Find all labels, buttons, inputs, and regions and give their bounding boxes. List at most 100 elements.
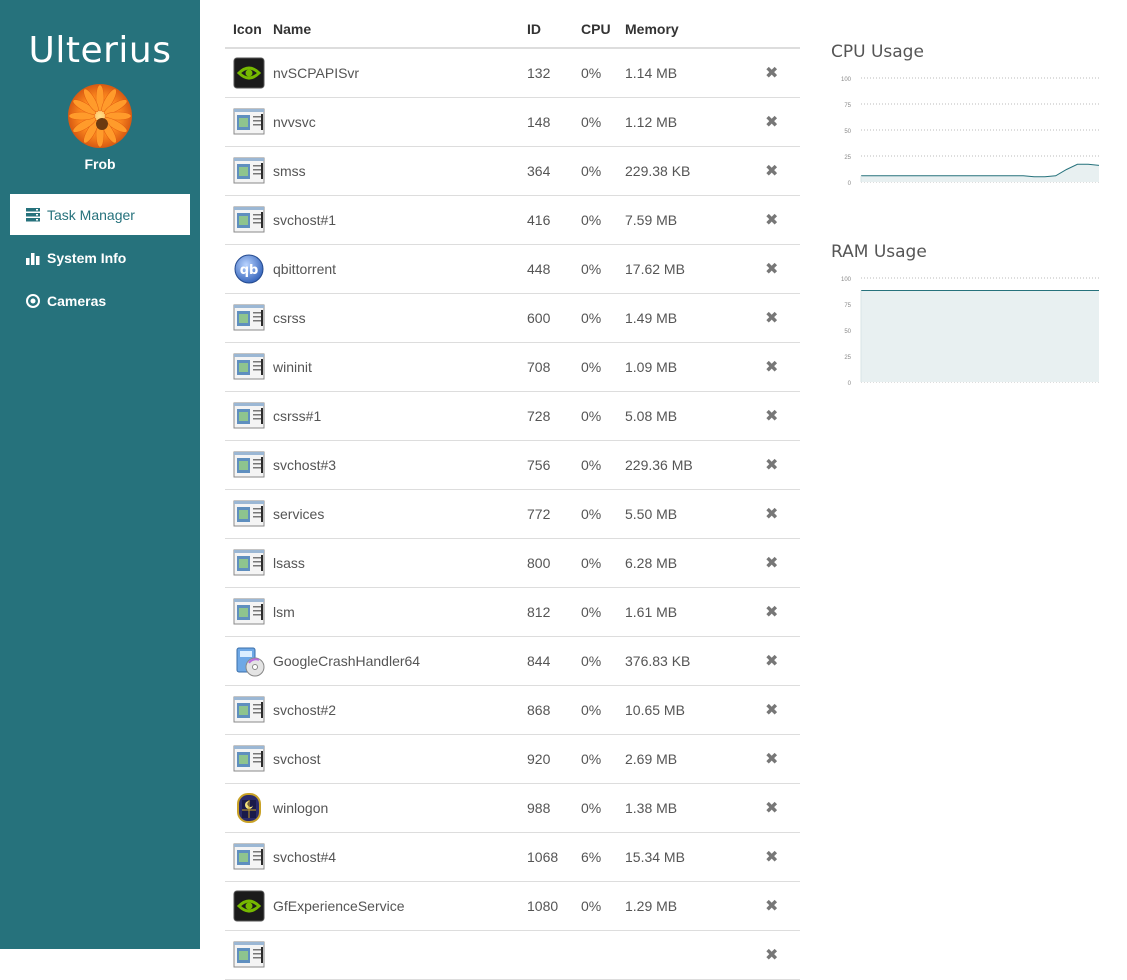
cell-name: svchost#1 bbox=[273, 195, 527, 245]
kill-process-icon[interactable]: ✖ bbox=[765, 408, 778, 425]
cell-name: svchost bbox=[273, 734, 527, 784]
table-row[interactable]: GoogleCrashHandler64 844 0% 376.83 KB ✖ bbox=[225, 636, 800, 686]
ram-chart-svg: 100 75 50 25 0 bbox=[841, 277, 1099, 387]
table-row[interactable]: svchost#4 1068 6% 15.34 MB ✖ bbox=[225, 832, 800, 882]
cell-name: smss bbox=[273, 146, 527, 196]
kill-process-icon[interactable]: ✖ bbox=[765, 506, 778, 523]
kill-process-icon[interactable]: ✖ bbox=[765, 849, 778, 866]
column-header-icon[interactable]: Icon bbox=[225, 10, 273, 49]
app-window-icon bbox=[233, 596, 273, 628]
sidebar-item-label: Cameras bbox=[47, 292, 107, 309]
cell-cpu: 0% bbox=[581, 440, 625, 490]
cell-memory: 229.36 MB bbox=[625, 440, 765, 490]
cell-cpu: 0% bbox=[581, 685, 625, 735]
y-tick-label: 75 bbox=[844, 103, 851, 109]
table-row[interactable]: wininit 708 0% 1.09 MB ✖ bbox=[225, 342, 800, 392]
server-icon bbox=[25, 207, 41, 223]
cell-cpu: 0% bbox=[581, 97, 625, 147]
kill-process-icon[interactable]: ✖ bbox=[765, 163, 778, 180]
kill-process-icon[interactable]: ✖ bbox=[765, 212, 778, 229]
table-row[interactable]: services 772 0% 5.50 MB ✖ bbox=[225, 489, 800, 539]
cell-cpu: 0% bbox=[581, 783, 625, 833]
cell-kill: ✖ bbox=[765, 685, 800, 735]
column-header-memory[interactable]: Memory bbox=[625, 10, 765, 49]
table-row[interactable]: svchost#2 868 0% 10.65 MB ✖ bbox=[225, 685, 800, 735]
cell-icon bbox=[225, 195, 273, 245]
cell-name: GfExperienceService bbox=[273, 881, 527, 931]
cell-icon bbox=[225, 930, 273, 980]
cell-id: 800 bbox=[527, 538, 581, 588]
kill-process-icon[interactable]: ✖ bbox=[765, 604, 778, 621]
y-tick-label: 0 bbox=[848, 181, 852, 187]
cell-cpu: 0% bbox=[581, 391, 625, 441]
svg-text:qb: qb bbox=[240, 263, 259, 278]
winlogon-icon bbox=[233, 792, 273, 824]
app-window-icon bbox=[233, 743, 273, 775]
cell-memory: 7.59 MB bbox=[625, 195, 765, 245]
cell-name: GoogleCrashHandler64 bbox=[273, 636, 527, 686]
cell-cpu: 0% bbox=[581, 734, 625, 784]
sidebar-item-system-info[interactable]: System Info bbox=[10, 237, 190, 278]
cell-memory: 10.65 MB bbox=[625, 685, 765, 735]
table-row[interactable]: svchost#3 756 0% 229.36 MB ✖ bbox=[225, 440, 800, 490]
cell-cpu: 0% bbox=[581, 195, 625, 245]
cell-name: lsm bbox=[273, 587, 527, 637]
table-row[interactable]: nvSCPAPISvr 132 0% 1.14 MB ✖ bbox=[225, 48, 800, 98]
table-row[interactable]: qb qbittorrent 448 0% 17.62 MB ✖ bbox=[225, 244, 800, 294]
cell-id: 448 bbox=[527, 244, 581, 294]
kill-process-icon[interactable]: ✖ bbox=[765, 653, 778, 670]
sidebar-item-cameras[interactable]: Cameras bbox=[10, 280, 190, 321]
cell-memory: 1.38 MB bbox=[625, 783, 765, 833]
app-window-icon bbox=[233, 841, 273, 873]
kill-process-icon[interactable]: ✖ bbox=[765, 898, 778, 915]
cell-kill: ✖ bbox=[765, 391, 800, 441]
kill-process-icon[interactable]: ✖ bbox=[765, 310, 778, 327]
bar-chart-icon bbox=[25, 250, 41, 266]
cell-kill: ✖ bbox=[765, 832, 800, 882]
cell-name: nvSCPAPISvr bbox=[273, 48, 527, 98]
table-row[interactable]: winlogon 988 0% 1.38 MB ✖ bbox=[225, 783, 800, 833]
table-row[interactable]: csrss#1 728 0% 5.08 MB ✖ bbox=[225, 391, 800, 441]
kill-process-icon[interactable]: ✖ bbox=[765, 359, 778, 376]
column-header-cpu[interactable]: CPU bbox=[581, 10, 625, 49]
cell-id: 600 bbox=[527, 293, 581, 343]
table-row[interactable]: lsm 812 0% 1.61 MB ✖ bbox=[225, 587, 800, 637]
cell-id: 844 bbox=[527, 636, 581, 686]
table-row[interactable]: svchost#1 416 0% 7.59 MB ✖ bbox=[225, 195, 800, 245]
avatar[interactable] bbox=[68, 84, 132, 148]
app-title: Ulterius bbox=[28, 30, 172, 71]
cell-id bbox=[527, 930, 581, 980]
table-row[interactable]: lsass 800 0% 6.28 MB ✖ bbox=[225, 538, 800, 588]
kill-process-icon[interactable]: ✖ bbox=[765, 457, 778, 474]
table-row[interactable]: smss 364 0% 229.38 KB ✖ bbox=[225, 146, 800, 196]
table-row[interactable]: GfExperienceService 1080 0% 1.29 MB ✖ bbox=[225, 881, 800, 931]
kill-process-icon[interactable]: ✖ bbox=[765, 114, 778, 131]
kill-process-icon[interactable]: ✖ bbox=[765, 947, 778, 964]
kill-process-icon[interactable]: ✖ bbox=[765, 261, 778, 278]
cell-kill: ✖ bbox=[765, 342, 800, 392]
column-header-name[interactable]: Name bbox=[273, 10, 527, 49]
kill-process-icon[interactable]: ✖ bbox=[765, 65, 778, 82]
table-header-row: Icon Name ID CPU Memory bbox=[225, 10, 800, 49]
cell-memory: 6.28 MB bbox=[625, 538, 765, 588]
table-row[interactable]: nvvsvc 148 0% 1.12 MB ✖ bbox=[225, 97, 800, 147]
kill-process-icon[interactable]: ✖ bbox=[765, 555, 778, 572]
cell-kill: ✖ bbox=[765, 97, 800, 147]
app-window-icon bbox=[233, 939, 273, 971]
kill-process-icon[interactable]: ✖ bbox=[765, 751, 778, 768]
sidebar-item-task-manager[interactable]: Task Manager bbox=[10, 194, 190, 235]
cell-memory: 1.12 MB bbox=[625, 97, 765, 147]
process-table-body: nvSCPAPISvr 132 0% 1.14 MB ✖ nvvsvc 148 0% 1.12 … bbox=[225, 48, 800, 980]
cell-name: wininit bbox=[273, 342, 527, 392]
table-row[interactable]: svchost 920 0% 2.69 MB ✖ bbox=[225, 734, 800, 784]
cell-name: nvvsvc bbox=[273, 97, 527, 147]
cell-cpu: 0% bbox=[581, 48, 625, 98]
table-row[interactable]: csrss 600 0% 1.49 MB ✖ bbox=[225, 293, 800, 343]
table-row[interactable]: ✖ bbox=[225, 930, 800, 980]
series-area bbox=[861, 164, 1099, 182]
kill-process-icon[interactable]: ✖ bbox=[765, 800, 778, 817]
cell-memory: 1.09 MB bbox=[625, 342, 765, 392]
kill-process-icon[interactable]: ✖ bbox=[765, 702, 778, 719]
cell-kill: ✖ bbox=[765, 881, 800, 931]
column-header-id[interactable]: ID bbox=[527, 10, 581, 49]
